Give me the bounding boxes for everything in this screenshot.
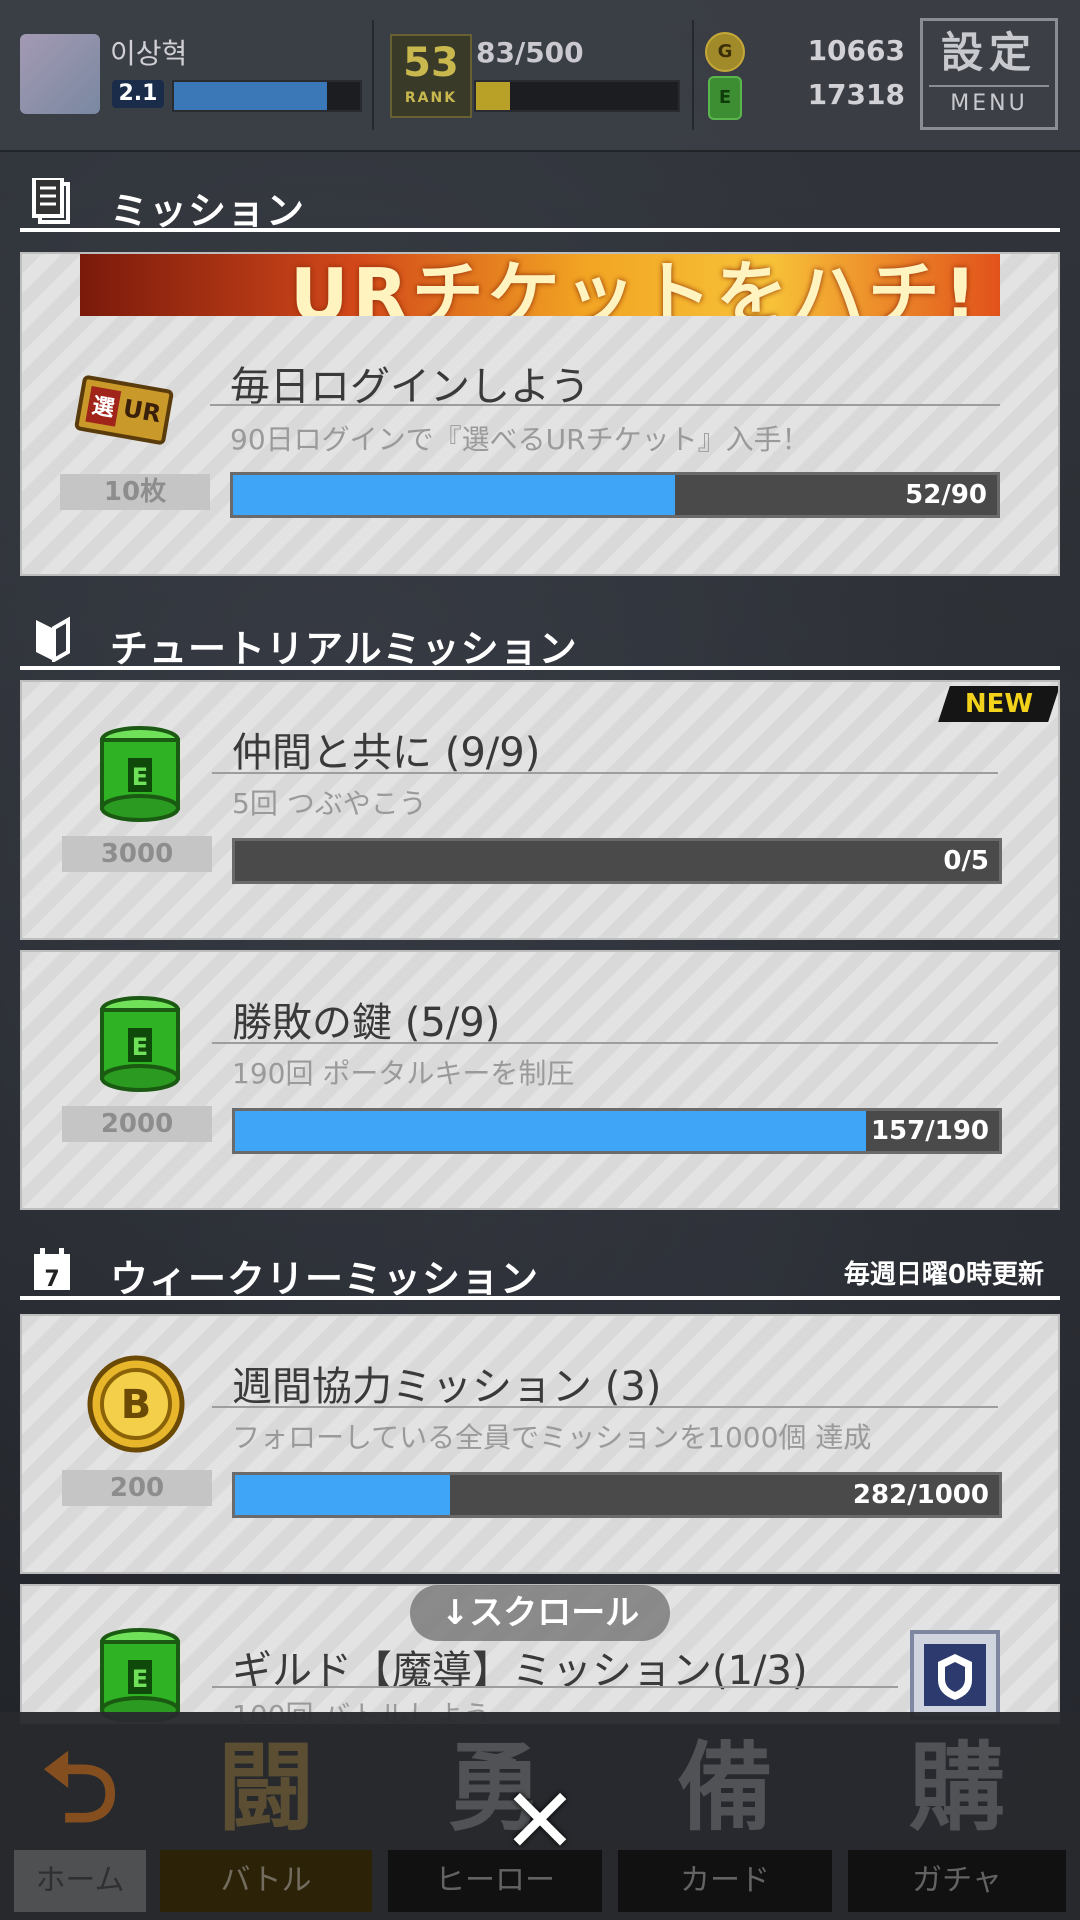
nav-label: カード — [618, 1850, 832, 1912]
exp-progress-bar — [474, 80, 680, 112]
progress-fill — [233, 475, 675, 515]
reward-quantity: 2000 — [62, 1106, 212, 1142]
menu-label: MENU — [929, 85, 1049, 121]
progress-text: 0/5 — [943, 846, 989, 876]
rank-number: 53 — [403, 40, 459, 86]
mission-description: 5回 つぶやこう — [232, 787, 427, 820]
section-title: チュートリアルミッション — [110, 627, 578, 671]
gacha-icon: 購 — [909, 1732, 1005, 1844]
mission-separator — [212, 1686, 898, 1688]
gold-amount: 10663 — [807, 34, 905, 67]
svg-text:E: E — [132, 1665, 148, 1693]
mission-description: 190回 ポータルキーを制圧 — [232, 1057, 575, 1090]
section-header-tutorial: チュートリアルミッション — [20, 610, 1060, 671]
player-name: 이상혁 — [110, 37, 188, 70]
mission-progress-bar: 52/90 — [230, 472, 1000, 518]
section-underline — [20, 228, 1060, 232]
section-underline — [20, 666, 1060, 670]
svg-text:E: E — [132, 1033, 148, 1061]
nav-label: ホーム — [14, 1850, 146, 1912]
mission-progress-bar: 157/190 — [232, 1108, 1002, 1154]
divider — [692, 20, 694, 130]
menu-button[interactable]: 設定 MENU — [920, 18, 1058, 130]
progress-text: 52/90 — [905, 480, 987, 510]
level-badge: 2.1 — [112, 80, 164, 108]
reward-quantity: 10枚 — [60, 474, 210, 510]
mission-description: フォローしている全員でミッションを1000個 達成 — [232, 1421, 872, 1454]
mission-description: 90日ログインで『選べるURチケット』入手！ — [230, 423, 810, 456]
nav-gacha[interactable]: 購 ガチャ — [844, 1722, 1070, 1918]
mission-separator — [212, 1406, 998, 1408]
nav-home[interactable]: ⮌ ホーム — [10, 1722, 150, 1918]
mission-separator — [212, 772, 998, 774]
nav-card[interactable]: 備 カード — [614, 1722, 836, 1918]
avatar[interactable] — [20, 34, 100, 114]
new-badge-text: NEW — [964, 689, 1034, 719]
close-button[interactable]: ✕ — [498, 1777, 582, 1867]
scroll-hint: ↓スクロール — [410, 1585, 670, 1641]
section-header-missions: ミッション — [20, 172, 1060, 233]
level-progress-fill — [174, 82, 327, 110]
banner-text: URチケットをハチ! — [290, 254, 981, 316]
mission-separator — [210, 404, 1000, 406]
green-gem-icon: E — [708, 76, 742, 120]
exp-text: 83/500 — [476, 36, 584, 69]
green-gem-canister-icon: E — [100, 996, 180, 1092]
svg-text:7: 7 — [44, 1267, 59, 1292]
green-gem-canister-icon: E — [100, 726, 180, 822]
svg-text:B: B — [121, 1382, 152, 1428]
mission-card[interactable]: E 2000 勝敗の鍵 (5/9) 190回 ポータルキーを制圧 157/190 — [20, 950, 1060, 1210]
battle-icon: 闘 — [218, 1732, 314, 1844]
section-header-weekly: 7 ウィークリーミッション 毎週日曜0時更新 — [20, 1240, 1060, 1301]
green-gem-canister-icon: E — [100, 1628, 180, 1722]
nav-label: ガチャ — [848, 1850, 1066, 1912]
card-icon: 備 — [677, 1732, 773, 1844]
section-underline — [20, 1296, 1060, 1300]
document-icon — [32, 178, 70, 224]
mission-title: 週間協力ミッション (3) — [232, 1364, 662, 1410]
exp-progress-fill — [476, 82, 511, 110]
divider — [372, 20, 374, 130]
ur-ticket-icon: 選 UR — [74, 375, 174, 445]
rank-label: RANK — [404, 90, 458, 106]
status-bar: 이상혁 2.1 53 RANK 83/500 G E 10663 17318 設… — [0, 0, 1080, 152]
mission-separator — [212, 1042, 998, 1044]
reward-quantity: 3000 — [62, 836, 212, 872]
weekly-reset-note: 毎週日曜0時更新 — [843, 1260, 1044, 1290]
progress-text: 157/190 — [870, 1116, 989, 1146]
reward-quantity: 200 — [62, 1470, 212, 1506]
new-badge: NEW — [938, 686, 1058, 722]
progress-text: 282/1000 — [852, 1480, 989, 1510]
mission-title: 仲間と共に (9/9) — [232, 730, 541, 776]
menu-kanji: 設定 — [940, 28, 1037, 77]
gold-coin-icon: G — [705, 32, 745, 72]
section-title: ミッション — [110, 189, 306, 233]
book-icon — [36, 616, 70, 662]
section-title: ウィークリーミッション — [110, 1257, 540, 1301]
gold-coin-icon: B — [87, 1355, 185, 1453]
mission-card[interactable]: NEW E 3000 仲間と共に (9/9) 5回 つぶやこう 0/5 — [20, 680, 1060, 940]
gem-amount: 17318 — [807, 78, 905, 111]
progress-fill — [235, 1475, 451, 1515]
level-progress-bar — [172, 80, 362, 112]
nav-battle[interactable]: 闘 バトル — [156, 1722, 376, 1918]
home-icon: ⮌ — [41, 1732, 119, 1844]
mission-progress-bar: 282/1000 — [232, 1472, 1002, 1518]
mission-progress-bar: 0/5 — [232, 838, 1002, 884]
mission-card[interactable]: B 200 週間協力ミッション (3) フォローしている全員でミッションを100… — [20, 1314, 1060, 1574]
mission-title: 勝敗の鍵 (5/9) — [232, 1000, 501, 1046]
svg-text:E: E — [132, 763, 148, 791]
guild-emblem-icon — [910, 1630, 1000, 1720]
promo-banner[interactable]: URチケットをハチ! — [80, 254, 1000, 316]
calendar-icon: 7 — [34, 1248, 70, 1292]
svg-text:選: 選 — [90, 394, 116, 422]
rank-badge: 53 RANK — [390, 34, 472, 118]
progress-fill — [235, 1111, 867, 1151]
nav-label: バトル — [160, 1850, 372, 1912]
